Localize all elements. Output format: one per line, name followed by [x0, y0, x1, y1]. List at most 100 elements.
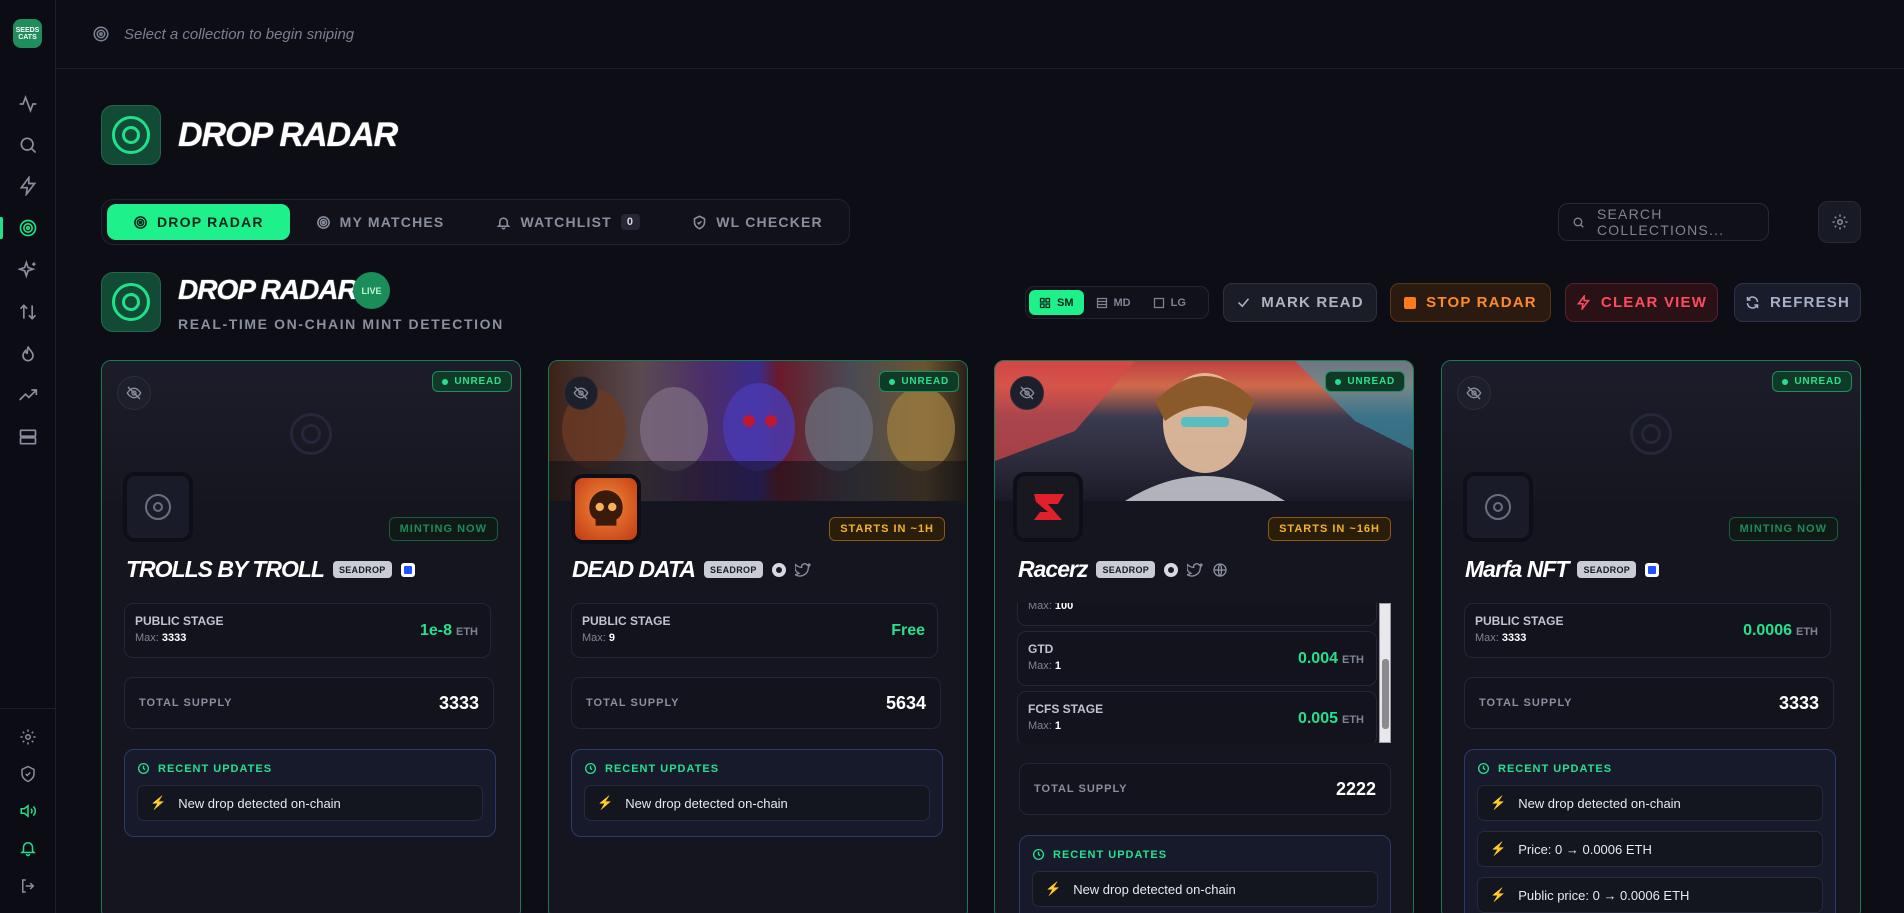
updates-title: RECENT UPDATES	[1498, 762, 1613, 775]
update-text: Public price: 0 → 0.0006 ETH	[1518, 887, 1690, 903]
max-label: Max:	[1028, 660, 1052, 672]
stages-scrollbar[interactable]	[1379, 603, 1391, 743]
hide-button[interactable]	[564, 376, 598, 410]
stop-radar-button[interactable]: STOP RADAR	[1390, 283, 1551, 322]
globe-icon[interactable]	[1212, 562, 1228, 578]
watchlist-count-badge: 0	[620, 214, 641, 230]
hide-button[interactable]	[1457, 376, 1491, 410]
size-label: LG	[1170, 296, 1186, 309]
twitter-icon[interactable]	[1187, 562, 1204, 578]
clear-view-label: CLEAR VIEW	[1600, 294, 1708, 311]
square-icon	[1153, 297, 1164, 308]
tab-drop-radar[interactable]: DROP RADAR	[107, 204, 290, 240]
stage-row: PUBLIC STAGE Max: 3333 0.0006 ETH	[1464, 603, 1831, 658]
update-text: New drop detected on-chain	[1073, 881, 1236, 897]
page-radar-badge	[101, 105, 161, 165]
eye-off-icon	[573, 386, 589, 400]
app-logo[interactable]: SEEDS CATS	[13, 19, 42, 48]
sidebar-item-swap[interactable]	[0, 295, 56, 329]
trending-icon	[19, 389, 38, 401]
sidebar-item-server[interactable]	[0, 420, 56, 454]
grid-icon	[1039, 297, 1051, 308]
sparkles-icon	[18, 260, 36, 279]
bolt-icon: ⚡	[1490, 795, 1507, 810]
sidebar-item-bell[interactable]	[0, 831, 56, 865]
sidebar-item-shield[interactable]	[0, 757, 56, 791]
section-subtitle: REAL-TIME ON-CHAIN MINT DETECTION	[178, 316, 504, 332]
status-badge: MINTING NOW	[1728, 517, 1838, 541]
collection-avatar	[123, 472, 193, 542]
sidebar-item-volume[interactable]	[0, 794, 56, 828]
tab-label: MY MATCHES	[339, 214, 445, 230]
collection-avatar	[1463, 472, 1533, 542]
drop-card[interactable]: UNREAD MINTING NOW Marfa NFT SEADROP PUB…	[1441, 360, 1861, 913]
total-supply: TOTAL SUPPLY 3333	[1464, 677, 1834, 729]
tab-watchlist[interactable]: WATCHLIST 0	[470, 204, 666, 240]
stages-scroll[interactable]: Max: 100 GTD Max: 1 0.004 ETH FCFS STAGE …	[1017, 603, 1391, 743]
sidebar-item-radar[interactable]	[0, 211, 56, 245]
radar-icon	[134, 215, 147, 229]
hide-button[interactable]	[117, 376, 151, 410]
sidebar-item-settings[interactable]	[0, 720, 56, 754]
supply-label: TOTAL SUPPLY	[586, 697, 680, 709]
total-supply: TOTAL SUPPLY 3333	[124, 677, 494, 729]
bolt-icon: ⚡	[150, 795, 167, 810]
stage-row: PUBLIC STAGE Max: 9 Free	[571, 603, 938, 658]
bolt-icon: ⚡	[1045, 881, 1062, 896]
drop-card[interactable]: UNREAD MINTING NOW TROLLS BY TROLL SEADR…	[101, 360, 521, 913]
etherscan-icon[interactable]	[771, 562, 786, 577]
size-sm-button[interactable]: SM	[1029, 290, 1084, 315]
sidebar-item-activity[interactable]	[0, 87, 56, 121]
size-md-button[interactable]: MD	[1086, 290, 1141, 315]
mark-read-button[interactable]: MARK READ	[1223, 283, 1377, 322]
size-label: MD	[1113, 296, 1131, 309]
live-badge: LIVE	[353, 272, 390, 309]
mark-read-label: MARK READ	[1261, 294, 1364, 311]
stage-row: PUBLIC STAGE Max: 3333 1e-8 ETH	[124, 603, 491, 658]
clear-view-button[interactable]: CLEAR VIEW	[1565, 283, 1718, 322]
etherscan-icon[interactable]	[1164, 562, 1179, 577]
update-text: New drop detected on-chain	[1518, 795, 1681, 811]
tab-my-matches[interactable]: MY MATCHES	[290, 204, 471, 240]
main-tabs: DROP RADAR MY MATCHES WATCHLIST 0 WL CHE…	[101, 199, 850, 245]
stop-icon	[1404, 296, 1417, 309]
recent-updates: RECENT UPDATES ⚡ New drop detected on-cha…	[571, 749, 943, 837]
opensea-icon[interactable]	[400, 562, 415, 577]
section-radar-badge	[101, 272, 161, 332]
racerz-logo	[1034, 494, 1064, 520]
unread-badge: UNREAD	[432, 371, 512, 392]
drop-card[interactable]: UNREAD STARTS IN ~16H Racerz SEADROP Max…	[994, 360, 1414, 913]
hide-button[interactable]	[1010, 376, 1044, 410]
opensea-icon[interactable]	[1645, 562, 1660, 577]
server-icon	[19, 429, 37, 445]
sidebar-item-search[interactable]	[0, 128, 56, 162]
max-label: Max:	[135, 632, 159, 644]
radar-watermark-icon	[290, 413, 332, 455]
search-box[interactable]: SEARCH COLLECTIONS...	[1558, 203, 1769, 241]
scrollbar-thumb[interactable]	[1382, 659, 1389, 729]
tab-wl-checker[interactable]: WL CHECKER	[666, 204, 849, 240]
sidebar-item-logout[interactable]	[0, 869, 56, 903]
stage-row: Max: 100	[1017, 603, 1377, 626]
seadrop-chip: SEADROP	[704, 561, 763, 578]
sidebar-item-flame[interactable]	[0, 337, 56, 371]
radar-icon	[112, 116, 150, 154]
shield-icon	[21, 765, 35, 783]
refresh-button[interactable]: REFRESH	[1734, 283, 1861, 322]
size-lg-button[interactable]: LG	[1143, 290, 1196, 315]
page-title: DROP RADAR	[178, 116, 398, 154]
updates-title: RECENT UPDATES	[605, 762, 720, 775]
sidebar-item-bolt[interactable]	[0, 169, 56, 203]
settings-button[interactable]	[1818, 201, 1861, 243]
radar-watermark-icon	[1630, 413, 1672, 455]
collection-hint: Select a collection to begin sniping	[124, 25, 355, 43]
twitter-icon[interactable]	[794, 562, 811, 578]
sidebar-item-trending[interactable]	[0, 378, 56, 412]
bolt-icon: ⚡	[1490, 841, 1507, 856]
radar-icon	[93, 26, 109, 42]
sidebar-item-sparkles[interactable]	[0, 253, 56, 287]
price-unit: ETH	[1342, 654, 1364, 666]
collection-avatar	[1013, 472, 1083, 542]
drop-card[interactable]: UNREAD STARTS IN ~1H DEAD DATA SEADROP P…	[548, 360, 968, 913]
total-supply: TOTAL SUPPLY 2222	[1019, 763, 1391, 815]
